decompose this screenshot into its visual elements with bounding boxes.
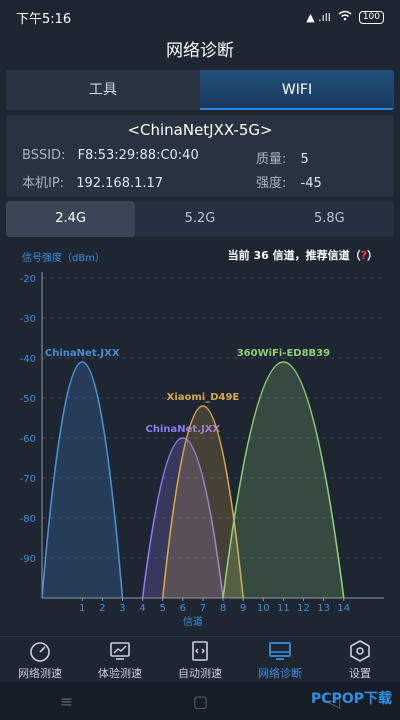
nav-label-speed-test: 网络测速	[18, 666, 62, 680]
bssid-row: BSSID: F8:53:29:88:C0:40	[22, 148, 199, 163]
signal-icon: ▲ .ıll	[306, 10, 331, 24]
x-tick-label: 4	[139, 603, 145, 614]
status-time: 下午5:16	[16, 11, 72, 27]
x-tick-label: 3	[119, 603, 125, 614]
y-tick-label: -80	[20, 514, 36, 525]
y-tick-label: -60	[20, 434, 36, 445]
menu-icon[interactable]: ≡	[60, 692, 73, 711]
tab-tools[interactable]: 工具	[6, 70, 200, 110]
monitor-chart-icon	[110, 641, 130, 660]
battery-icon: 100	[358, 10, 384, 24]
quality-value: 5	[300, 152, 309, 167]
y-tick-label: -90	[20, 554, 36, 565]
home-icon[interactable]: ▢	[193, 692, 208, 711]
x-tick-label: 10	[257, 603, 270, 614]
tab-wifi[interactable]: WIFI	[200, 70, 394, 110]
ssid-label: <ChinaNetJXX-5G>	[127, 121, 273, 139]
settings-hexagon-icon	[350, 639, 370, 662]
series-label: 360WiFi-ED8B39	[237, 348, 330, 359]
series-label: ChinaNet.JXX	[45, 348, 120, 359]
x-tick-label: 1	[79, 603, 85, 614]
monitor-icon	[269, 641, 291, 660]
wifi-icon	[338, 10, 352, 24]
channel-info-close: ）	[367, 249, 378, 262]
quality-row: 质量: 5	[256, 148, 309, 167]
tab-band-5-8g[interactable]: 5.8G	[265, 201, 394, 237]
ip-row: 本机IP: 192.168.1.17	[22, 172, 163, 191]
y-tick-label: -50	[20, 394, 36, 405]
tab-band-5-2g[interactable]: 5.2G	[135, 201, 264, 237]
top-tabs: 工具 WIFI	[6, 70, 394, 110]
x-tick-label: 13	[317, 603, 330, 614]
nav-experience-test[interactable]: 体验测速	[80, 637, 160, 683]
x-tick-label: 8	[220, 603, 226, 614]
channel-info: 当前 36 信道，推荐信道（?）	[228, 247, 378, 263]
tab-band-2-4g[interactable]: 2.4G	[6, 201, 136, 237]
chart-plot: -20-30-40-50-60-70-80-901 2 3 4 5 6 7 8 9 10 11 12 1…	[20, 272, 384, 628]
series-curve	[41, 361, 124, 599]
nav-label-settings: 设置	[349, 666, 371, 680]
chart-ylabel: 信号强度（dBm）	[22, 253, 105, 264]
nav-label-auto-test: 自动测速	[178, 666, 222, 680]
x-tick-label: 5	[160, 603, 166, 614]
x-tick-label: 14	[337, 603, 350, 614]
y-tick-label: -40	[20, 354, 36, 365]
strength-row: 强度: -45	[256, 172, 322, 191]
speedometer-icon	[30, 641, 50, 662]
network-info-card: <ChinaNetJXX-5G> BSSID: F8:53:29:88:C0:4…	[6, 115, 394, 197]
y-tick-label: -30	[20, 314, 36, 325]
series-label: Xiaomi_D49E	[167, 392, 240, 403]
x-tick-label: 9	[240, 603, 246, 614]
ip-label: 本机IP:	[22, 176, 65, 191]
nav-network-diagnosis[interactable]: 网络诊断	[240, 637, 320, 683]
bottom-nav: 网络测速 体验测速 自动测速 网络诊断 设置	[0, 636, 400, 683]
x-tick-label: 11	[277, 603, 290, 614]
channel-info-text: 当前 36 信道，推荐信道（	[227, 249, 361, 262]
x-tick-label: 7	[200, 603, 206, 614]
strength-label: 强度:	[256, 176, 287, 191]
nav-label-experience-test: 体验测速	[98, 666, 142, 680]
band-tabs: 2.4G 5.2G 5.8G	[6, 201, 394, 237]
strength-value: -45	[300, 176, 322, 191]
nav-speed-test[interactable]: 网络测速	[0, 637, 80, 683]
x-tick-label: 6	[180, 603, 186, 614]
ip-value: 192.168.1.17	[76, 176, 164, 191]
x-tick-label: 2	[99, 603, 105, 614]
bssid-label: BSSID:	[22, 148, 66, 163]
bssid-value: F8:53:29:88:C0:40	[77, 148, 199, 163]
y-tick-label: -70	[20, 474, 36, 485]
series-curve	[222, 361, 345, 599]
watermark-logo: PCPOP下载	[311, 691, 392, 707]
nav-label-network-diagnosis: 网络诊断	[258, 666, 302, 680]
channel-chart: 信号强度（dBm） 当前 36 信道，推荐信道（?） -20 -30 -40 -50 -…	[0, 242, 400, 634]
code-file-icon	[192, 640, 208, 661]
quality-label: 质量:	[256, 152, 287, 167]
page-title: 网络诊断	[166, 41, 234, 61]
y-tick-label: -20	[20, 274, 36, 285]
status-icons: ▲ .ıll 100	[306, 10, 384, 24]
nav-settings[interactable]: 设置	[320, 637, 400, 683]
x-tick-label: 12	[297, 603, 310, 614]
status-bar: 下午5:16 ▲ .ıll 100	[0, 0, 400, 34]
x-axis-label: 信道	[183, 615, 203, 628]
nav-auto-test[interactable]: 自动测速	[160, 637, 240, 683]
